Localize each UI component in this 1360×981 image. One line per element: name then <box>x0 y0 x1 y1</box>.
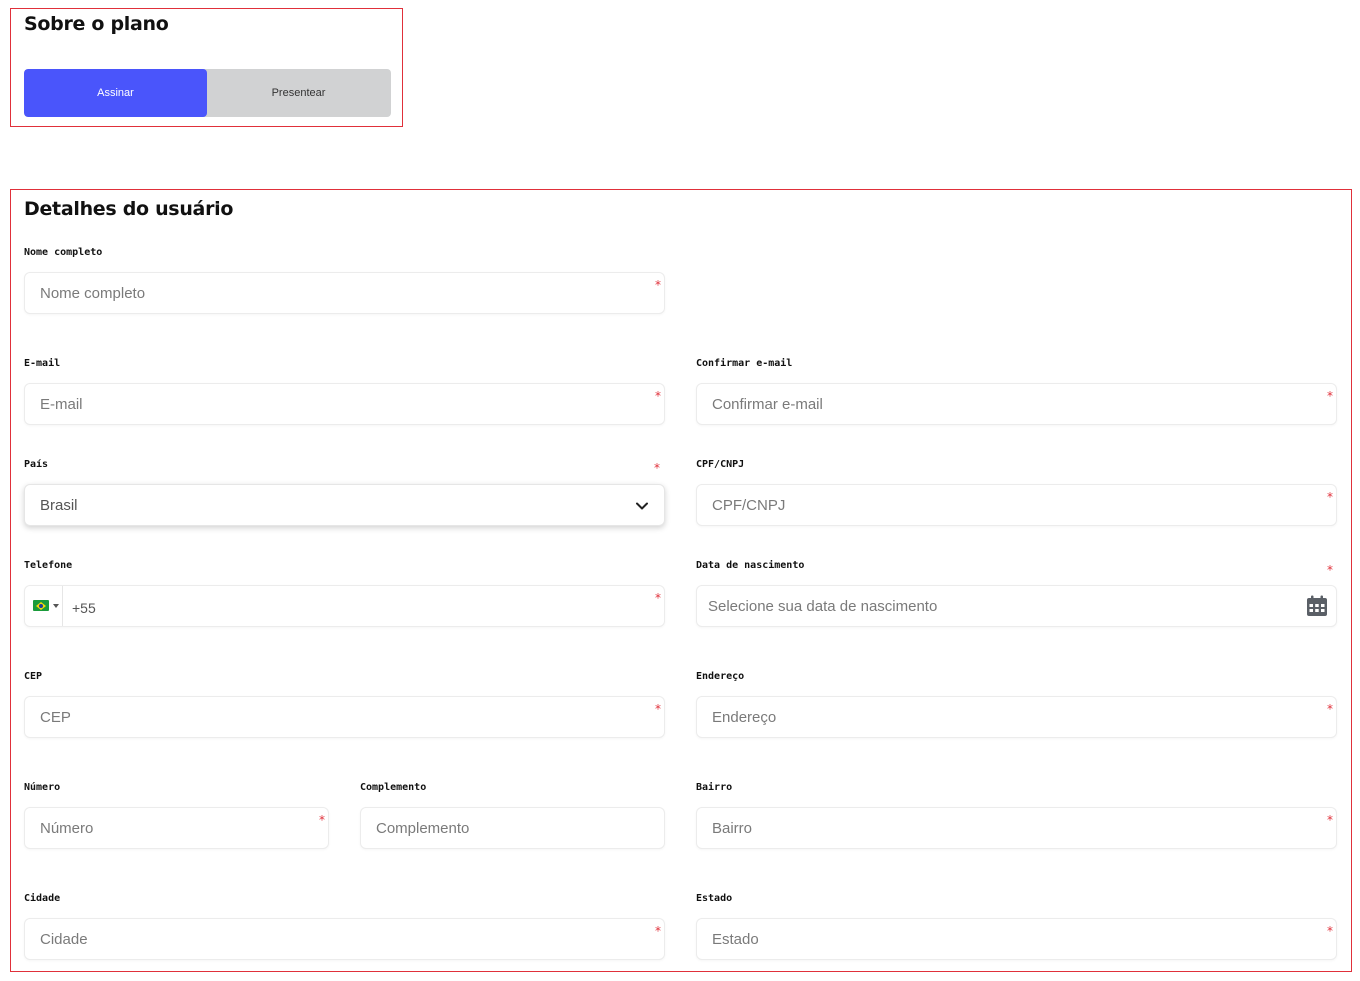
neighborhood-input[interactable] <box>712 808 1311 848</box>
required-mark: * <box>655 702 661 716</box>
required-mark: * <box>654 461 660 475</box>
cpf-field[interactable]: * <box>696 484 1337 526</box>
email-field[interactable]: * <box>24 383 665 425</box>
full-name-input[interactable] <box>40 273 639 313</box>
required-mark: * <box>1327 702 1333 716</box>
chevron-down-icon <box>636 502 648 510</box>
full-name-field[interactable]: * <box>24 272 665 314</box>
country-label: País <box>24 459 49 470</box>
state-label: Estado <box>696 893 733 904</box>
address-field[interactable]: * <box>696 696 1337 738</box>
city-field[interactable]: * <box>24 918 665 960</box>
confirm-email-field[interactable]: * <box>696 383 1337 425</box>
cep-field[interactable]: * <box>24 696 665 738</box>
required-mark: * <box>1327 389 1333 403</box>
calendar-icon[interactable] <box>1306 595 1328 617</box>
cep-label: CEP <box>24 671 43 682</box>
neighborhood-label: Bairro <box>696 782 733 793</box>
city-input[interactable] <box>40 919 639 959</box>
complement-label: Complemento <box>360 782 427 793</box>
caret-down-icon[interactable] <box>53 604 59 608</box>
cep-input[interactable] <box>40 697 639 737</box>
required-mark: * <box>1327 490 1333 504</box>
required-mark: * <box>655 591 661 605</box>
divider <box>62 586 63 626</box>
phone-label: Telefone <box>24 560 73 571</box>
subscribe-button[interactable]: Assinar <box>24 69 207 117</box>
brazil-flag-icon[interactable] <box>33 600 49 611</box>
birthdate-field[interactable] <box>696 585 1337 627</box>
city-label: Cidade <box>24 893 61 904</box>
required-mark: * <box>655 389 661 403</box>
address-input[interactable] <box>712 697 1311 737</box>
phone-field[interactable]: +55 * <box>24 585 665 627</box>
plan-toggle: Assinar Presentear <box>24 69 391 117</box>
required-mark: * <box>655 278 661 292</box>
country-value: Brasil <box>40 497 78 514</box>
number-input[interactable] <box>40 808 303 848</box>
birthdate-input[interactable] <box>708 586 1307 626</box>
plan-section-title: Sobre o plano <box>24 13 169 35</box>
address-label: Endereço <box>696 671 745 682</box>
country-select[interactable]: Brasil <box>24 484 665 526</box>
plan-section: Sobre o plano Assinar Presentear <box>10 8 403 127</box>
confirm-email-label: Confirmar e-mail <box>696 358 793 369</box>
phone-input[interactable]: +55 <box>72 600 96 616</box>
state-field[interactable]: * <box>696 918 1337 960</box>
user-details-section: Detalhes do usuário Nome completo * E-ma… <box>10 189 1352 972</box>
required-mark: * <box>319 813 325 827</box>
complement-input[interactable] <box>376 808 639 848</box>
user-section-title: Detalhes do usuário <box>24 198 234 220</box>
required-mark: * <box>1327 924 1333 938</box>
required-mark: * <box>1327 813 1333 827</box>
gift-button[interactable]: Presentear <box>207 69 390 117</box>
required-mark: * <box>1327 563 1333 577</box>
full-name-label: Nome completo <box>24 247 103 258</box>
complement-field[interactable] <box>360 807 665 849</box>
birthdate-label: Data de nascimento <box>696 560 805 571</box>
number-field[interactable]: * <box>24 807 329 849</box>
state-input[interactable] <box>712 919 1311 959</box>
cpf-label: CPF/CNPJ <box>696 459 745 470</box>
email-input[interactable] <box>40 384 639 424</box>
email-label: E-mail <box>24 358 61 369</box>
neighborhood-field[interactable]: * <box>696 807 1337 849</box>
confirm-email-input[interactable] <box>712 384 1311 424</box>
required-mark: * <box>655 924 661 938</box>
cpf-input[interactable] <box>712 485 1311 525</box>
number-label: Número <box>24 782 61 793</box>
